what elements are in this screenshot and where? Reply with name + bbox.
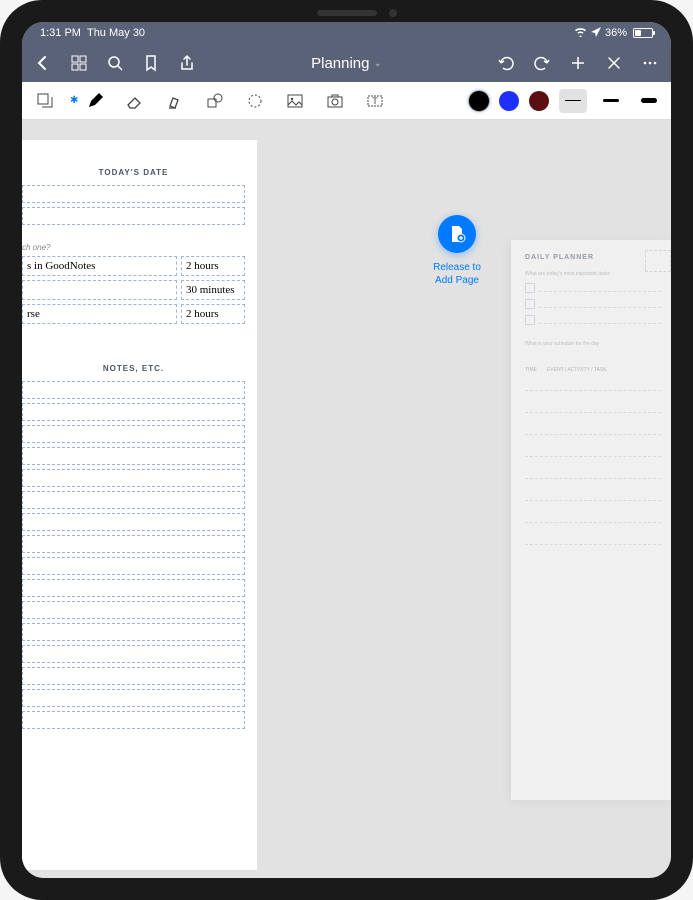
status-bar: 1:31 PM Thu May 30 36% — [22, 22, 671, 44]
highlighter-tool[interactable] — [160, 86, 190, 116]
color-darkred[interactable] — [529, 91, 549, 111]
drag-sub2: What is your schedule for the day — [525, 341, 661, 347]
chevron-down-icon: ⌄ — [374, 58, 382, 69]
add-page-icon — [438, 215, 476, 253]
image-tool[interactable] — [280, 86, 310, 116]
color-black[interactable] — [469, 91, 489, 111]
tool-bar: ✱ T — [22, 82, 671, 120]
document-title[interactable]: Planning ⌄ — [311, 55, 382, 72]
search-button[interactable] — [106, 54, 124, 72]
task-text — [22, 280, 177, 300]
back-button[interactable] — [34, 54, 52, 72]
battery-icon — [633, 28, 653, 38]
status-date: Thu May 30 — [87, 27, 145, 39]
stylus-toggle[interactable] — [605, 54, 623, 72]
task-text: s in GoodNotes — [22, 256, 177, 276]
eraser-tool[interactable] — [120, 86, 150, 116]
date-field-2[interactable] — [22, 207, 245, 225]
share-button[interactable] — [178, 54, 196, 72]
task-time: 2 hours — [181, 304, 245, 324]
prompt-text: ch one? — [22, 243, 245, 252]
task-time: 2 hours — [181, 256, 245, 276]
drag-sub1: What are today's most important tasks — [525, 271, 661, 277]
current-page[interactable]: TODAY'S DATE ch one? s in GoodNotes 2 ho… — [22, 140, 257, 870]
add-button[interactable] — [569, 54, 587, 72]
thumbnails-button[interactable] — [70, 54, 88, 72]
notes-header: NOTES, ETC. — [22, 364, 245, 373]
battery-pct: 36% — [605, 27, 627, 39]
drag-col-time: TIME — [525, 367, 537, 373]
drag-col-event: EVENT / ACTIVITY / TASK — [547, 367, 607, 373]
redo-button[interactable] — [533, 54, 551, 72]
shape-tool[interactable] — [200, 86, 230, 116]
add-page-label-1: Release to — [433, 262, 481, 273]
stroke-medium[interactable] — [597, 89, 625, 113]
notes-grid[interactable] — [22, 381, 245, 729]
add-page-label-2: Add Page — [435, 275, 479, 286]
task-time: 30 minutes — [181, 280, 245, 300]
stroke-thin[interactable] — [559, 89, 587, 113]
lasso-tool[interactable] — [240, 86, 270, 116]
task-row-1[interactable]: s in GoodNotes 2 hours — [22, 256, 245, 276]
bluetooth-icon: ✱ — [70, 95, 78, 106]
stroke-thick[interactable] — [635, 89, 663, 113]
zoom-tool[interactable] — [30, 86, 60, 116]
date-field[interactable] — [22, 185, 245, 203]
text-tool[interactable]: T — [360, 86, 390, 116]
undo-button[interactable] — [497, 54, 515, 72]
task-text: rse — [22, 304, 177, 324]
status-time: 1:31 PM — [40, 27, 81, 39]
task-row-3[interactable]: rse 2 hours — [22, 304, 245, 324]
nav-bar: Planning ⌄ — [22, 44, 671, 82]
pen-tool[interactable] — [80, 86, 110, 116]
wifi-icon — [574, 27, 587, 40]
task-row-2[interactable]: 30 minutes — [22, 280, 245, 300]
ipad-notch — [317, 10, 377, 16]
camera-tool[interactable] — [320, 86, 350, 116]
canvas[interactable]: TODAY'S DATE ch one? s in GoodNotes 2 ho… — [22, 120, 671, 878]
svg-text:T: T — [373, 96, 379, 106]
drag-title: DAILY PLANNER — [525, 254, 661, 261]
location-icon — [591, 27, 601, 40]
add-page-indicator: Release to Add Page — [422, 215, 492, 287]
more-button[interactable] — [641, 54, 659, 72]
date-header: TODAY'S DATE — [22, 168, 245, 177]
color-blue[interactable] — [499, 91, 519, 111]
bookmark-button[interactable] — [142, 54, 160, 72]
dragged-page-thumbnail[interactable]: DAILY PLANNER What are today's most impo… — [511, 240, 671, 800]
document-title-text: Planning — [311, 55, 369, 72]
